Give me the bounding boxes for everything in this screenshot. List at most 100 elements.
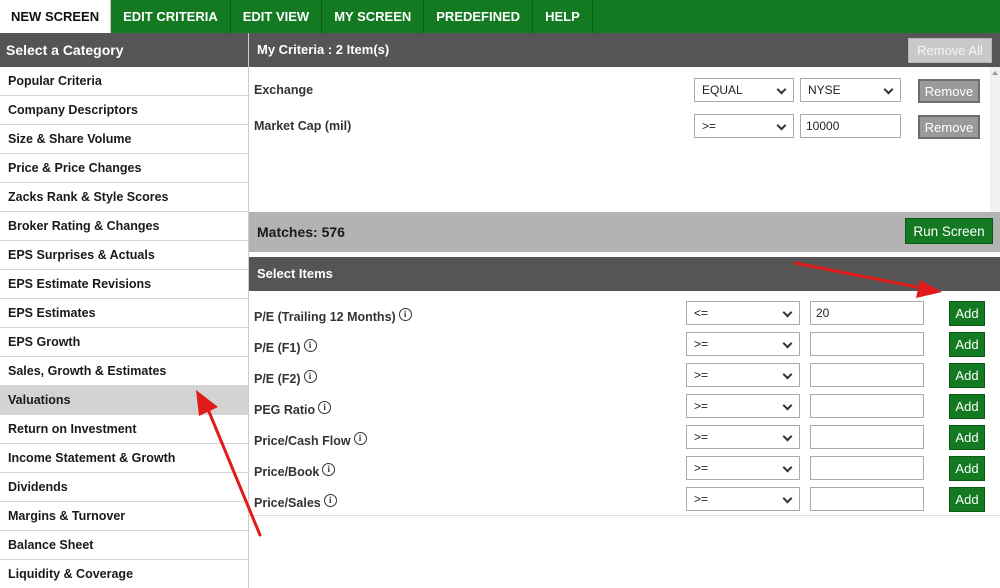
item-label: P/E (F2) i [254,370,317,386]
sidebar-item-zacks-rank[interactable]: Zacks Rank & Style Scores [0,183,248,212]
tab-predefined[interactable]: PREDEFINED [424,0,534,33]
chevron-down-icon [782,400,793,411]
value-input[interactable] [810,456,924,480]
value-input[interactable] [810,332,924,356]
criteria-label: Exchange [254,83,314,97]
operator-select[interactable]: >= [686,425,800,449]
info-icon[interactable]: i [398,308,412,321]
value-input[interactable] [810,363,924,387]
operator-value: >= [694,368,709,382]
operator-value: >= [694,461,709,475]
chevron-down-icon [782,462,793,473]
operator-select[interactable]: <= [686,301,800,325]
item-label: Price/Cash Flow i [254,432,367,448]
sidebar-item-liquidity-coverage[interactable]: Liquidity & Coverage [0,560,248,588]
sidebar-item-valuations[interactable]: Valuations [0,386,248,415]
operator-select[interactable]: >= [686,332,800,356]
add-button[interactable]: Add [949,394,985,419]
chevron-down-icon [782,431,793,442]
sidebar-item-company-descriptors[interactable]: Company Descriptors [0,96,248,125]
sidebar-item-popular-criteria[interactable]: Popular Criteria [0,67,248,96]
sidebar-item-return-on-investment[interactable]: Return on Investment [0,415,248,444]
sidebar-item-price-changes[interactable]: Price & Price Changes [0,154,248,183]
scroll-up-icon[interactable] [992,71,998,75]
run-screen-button[interactable]: Run Screen [905,218,993,244]
chevron-down-icon [883,84,894,95]
chevron-down-icon [776,120,787,131]
operator-select[interactable]: >= [686,363,800,387]
tab-edit-view[interactable]: EDIT VIEW [231,0,323,33]
tab-help[interactable]: HELP [533,0,593,33]
sidebar-item-margins-turnover[interactable]: Margins & Turnover [0,502,248,531]
remove-all-button[interactable]: Remove All [908,38,992,63]
operator-value: >= [694,430,709,444]
sidebar-item-eps-revisions[interactable]: EPS Estimate Revisions [0,270,248,299]
value-input[interactable] [810,487,924,511]
value-input[interactable]: 20 [810,301,924,325]
sidebar-item-income-statement[interactable]: Income Statement & Growth [0,444,248,473]
operator-select[interactable]: >= [686,456,800,480]
item-label: P/E (Trailing 12 Months) i [254,308,412,324]
add-button[interactable]: Add [949,456,985,481]
chevron-down-icon [782,369,793,380]
sidebar-item-eps-surprises[interactable]: EPS Surprises & Actuals [0,241,248,270]
chevron-down-icon [782,307,793,318]
info-icon[interactable]: i [353,432,367,445]
info-icon[interactable]: i [322,463,336,476]
sidebar-item-balance-sheet[interactable]: Balance Sheet [0,531,248,560]
criteria-header: My Criteria : 2 Item(s) Remove All [249,33,1000,67]
remove-button[interactable]: Remove [918,79,980,103]
item-row-price-book: Price/Book i >= Add [249,456,1000,482]
tab-new-screen[interactable]: NEW SCREEN [0,0,112,33]
operator-select[interactable]: EQUAL [694,78,794,102]
item-label: P/E (F1) i [254,339,317,355]
item-row-pe-trailing: P/E (Trailing 12 Months) i <= 20 Add [249,301,1000,327]
item-row-pe-f1: P/E (F1) i >= Add [249,332,1000,358]
sidebar-item-dividends[interactable]: Dividends [0,473,248,502]
exchange-value-select[interactable]: NYSE [800,78,901,102]
add-button[interactable]: Add [949,487,985,512]
tab-my-screen[interactable]: MY SCREEN [322,0,425,33]
value-input[interactable] [810,425,924,449]
item-label: Price/Book i [254,463,336,479]
criteria-row-market-cap: Market Cap (mil) >= 10000 Remove [249,114,989,140]
add-button[interactable]: Add [949,301,985,326]
sidebar-item-sales-growth[interactable]: Sales, Growth & Estimates [0,357,248,386]
operator-select[interactable]: >= [686,394,800,418]
item-row-peg-ratio: PEG Ratio i >= Add [249,394,1000,420]
remove-button[interactable]: Remove [918,115,980,139]
info-icon[interactable]: i [303,339,317,352]
main-panel: My Criteria : 2 Item(s) Remove All Excha… [249,33,1000,588]
operator-select[interactable]: >= [686,487,800,511]
add-button[interactable]: Add [949,363,985,388]
info-icon[interactable]: i [303,370,317,383]
top-nav: NEW SCREEN EDIT CRITERIA EDIT VIEW MY SC… [0,0,1000,33]
select-items-header: Select Items [249,257,1000,291]
operator-value: >= [702,119,717,133]
tab-edit-criteria[interactable]: EDIT CRITERIA [111,0,231,33]
item-label: PEG Ratio i [254,401,332,417]
info-icon[interactable]: i [323,494,337,507]
add-button[interactable]: Add [949,332,985,357]
operator-value: >= [694,492,709,506]
criteria-row-exchange: Exchange EQUAL NYSE Remove [249,78,989,104]
sidebar-item-broker-rating[interactable]: Broker Rating & Changes [0,212,248,241]
sidebar-item-size-share-volume[interactable]: Size & Share Volume [0,125,248,154]
item-row-price-sales: Price/Sales i >= Add [249,487,1000,513]
category-sidebar: Select a Category Popular Criteria Compa… [0,33,249,588]
value-input[interactable] [810,394,924,418]
add-button[interactable]: Add [949,425,985,450]
operator-select[interactable]: >= [694,114,794,138]
operator-value: >= [694,337,709,351]
sidebar-item-eps-estimates[interactable]: EPS Estimates [0,299,248,328]
info-icon[interactable]: i [318,401,332,414]
criteria-title: My Criteria : 2 Item(s) [257,42,390,57]
matches-count: Matches: 576 [257,224,345,240]
exchange-value: NYSE [808,83,841,97]
market-cap-input[interactable]: 10000 [800,114,901,138]
sidebar-item-eps-growth[interactable]: EPS Growth [0,328,248,357]
item-label: Price/Sales i [254,494,337,510]
sidebar-title: Select a Category [0,33,248,67]
select-items-list: P/E (Trailing 12 Months) i <= 20 Add P/E … [249,291,1000,516]
operator-value: >= [694,399,709,413]
